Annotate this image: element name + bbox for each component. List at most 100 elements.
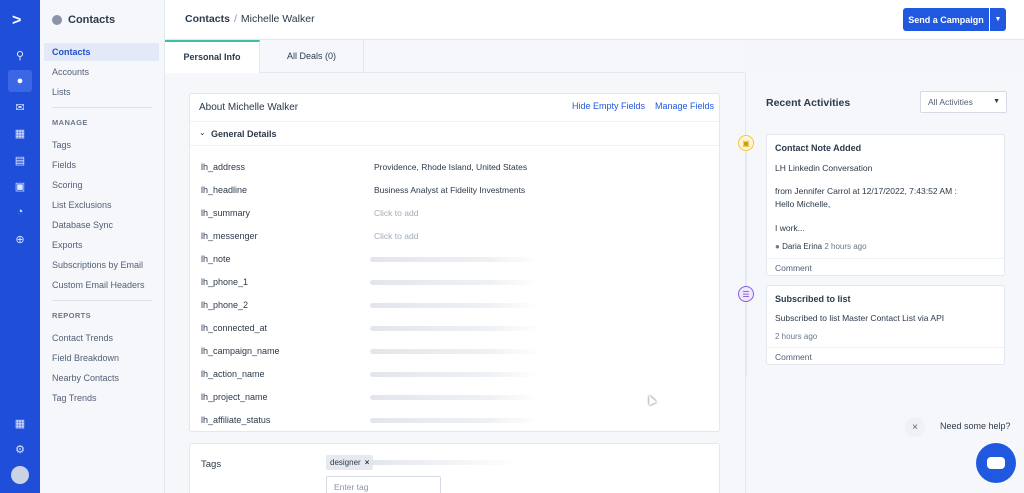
tag-chip-label: designer	[330, 458, 361, 467]
tabs: Personal Info All Deals (0)	[165, 40, 745, 73]
add-icon[interactable]: ⊕	[8, 228, 32, 250]
sidenav-item-lists[interactable]: Lists	[44, 83, 159, 101]
activity-card: Contact Note Added LH Linkedin Conversat…	[766, 134, 1005, 276]
timeline-line	[746, 135, 747, 375]
close-help-icon[interactable]: ×	[905, 417, 925, 437]
redacted-tags	[370, 460, 520, 465]
redacted-value[interactable]	[370, 418, 540, 423]
logo-icon[interactable]: >	[12, 12, 21, 30]
user-avatar[interactable]	[11, 466, 29, 484]
settings-icon[interactable]: ⚙	[8, 438, 32, 460]
main-content: About Michelle Walker Hide Empty Fields …	[165, 73, 745, 493]
note-icon: ▣	[738, 135, 754, 151]
sidenav-item-fields[interactable]: Fields	[44, 156, 159, 174]
field-value[interactable]: Business Analyst at Fidelity Investments	[374, 185, 525, 195]
help-prompt[interactable]: Need some help?	[932, 415, 1019, 437]
activities-filter-select[interactable]: All Activities ▼	[920, 91, 1007, 113]
send-campaign-dropdown-icon[interactable]: ▼	[990, 8, 1006, 31]
divider	[52, 107, 152, 108]
activity-author: Daria Erina	[782, 242, 823, 251]
sidenav-item-subscriptions[interactable]: Subscriptions by Email	[44, 256, 159, 274]
deals-icon[interactable]: ▤	[8, 149, 32, 171]
chat-button[interactable]	[976, 443, 1016, 483]
sidenav-item-nearby-contacts[interactable]: Nearby Contacts	[44, 369, 159, 387]
sidenav-item-contact-trends[interactable]: Contact Trends	[44, 329, 159, 347]
sidenav-item-tag-trends[interactable]: Tag Trends	[44, 389, 159, 407]
about-card-header: About Michelle Walker Hide Empty Fields …	[190, 94, 719, 122]
sidenav: Contacts Contacts Accounts Lists MANAGE …	[40, 0, 165, 493]
activity-text: Subscribed to list Master Contact List v…	[775, 313, 945, 323]
field-value[interactable]: Providence, Rhode Island, United States	[374, 162, 527, 172]
field-row: lh_action_name	[190, 363, 719, 386]
redacted-value[interactable]	[370, 257, 540, 262]
sidenav-item-tags[interactable]: Tags	[44, 136, 159, 154]
tags-label: Tags	[201, 459, 222, 470]
field-row: lh_messenger Click to add	[190, 225, 719, 248]
manage-fields-link[interactable]: Manage Fields	[655, 101, 714, 111]
field-label: lh_address	[201, 162, 246, 172]
contacts-icon[interactable]: ●	[8, 70, 32, 92]
activity-card: Subscribed to list Subscribed to list Ma…	[766, 285, 1005, 365]
field-label: lh_note	[201, 254, 231, 264]
redacted-value[interactable]	[370, 303, 540, 308]
hide-empty-fields-link[interactable]: Hide Empty Fields	[572, 101, 645, 111]
email-icon[interactable]: ✉	[8, 96, 32, 118]
general-details-toggle[interactable]: ⌄ General Details	[190, 122, 719, 146]
list-icon: ☰	[738, 286, 754, 302]
sidenav-item-exports[interactable]: Exports	[44, 236, 159, 254]
field-label: lh_phone_1	[201, 277, 249, 287]
activity-text: I work...	[775, 223, 805, 233]
tag-chip[interactable]: designer ×	[326, 455, 374, 470]
redacted-value[interactable]	[370, 280, 540, 285]
field-row: lh_summary Click to add	[190, 202, 719, 225]
reports-icon[interactable]: ◔	[8, 201, 32, 223]
comment-button[interactable]: Comment	[767, 258, 1004, 275]
sidenav-item-list-exclusions[interactable]: List Exclusions	[44, 196, 159, 214]
tag-remove-icon[interactable]: ×	[365, 458, 370, 467]
tags-card: Tags designer × Enter tag	[189, 443, 720, 493]
field-label: lh_messenger	[201, 231, 258, 241]
about-title: About Michelle Walker	[199, 102, 299, 113]
activity-time: 2 hours ago	[824, 242, 867, 251]
chat-icon	[987, 457, 1005, 469]
field-value-placeholder[interactable]: Click to add	[374, 208, 418, 218]
tab-personal-info[interactable]: Personal Info	[165, 40, 260, 73]
general-details-label: General Details	[211, 129, 277, 139]
redacted-value[interactable]	[370, 326, 540, 331]
breadcrumb: Contacts / Michelle Walker	[185, 13, 315, 25]
person-icon	[52, 15, 62, 25]
activity-meta: ● Daria Erina 2 hours ago	[775, 242, 867, 251]
tab-all-deals[interactable]: All Deals (0)	[260, 40, 364, 73]
search-icon[interactable]: ⚲	[8, 44, 32, 66]
automations-icon[interactable]: ▦	[8, 122, 32, 144]
redacted-value[interactable]	[370, 349, 540, 354]
field-label: lh_action_name	[201, 369, 265, 379]
redacted-value[interactable]	[370, 395, 540, 400]
field-label: lh_summary	[201, 208, 251, 218]
sidenav-header: Contacts	[52, 14, 115, 26]
redacted-value[interactable]	[370, 372, 540, 377]
apps-icon[interactable]: ▦	[8, 412, 32, 434]
sidenav-item-database-sync[interactable]: Database Sync	[44, 216, 159, 234]
section-reports: REPORTS	[52, 311, 92, 320]
field-row: lh_connected_at	[190, 317, 719, 340]
breadcrumb-root[interactable]: Contacts	[185, 13, 230, 25]
app-rail: > ⚲ ● ✉ ▦ ▤ ▣ ◔ ⊕ ▦ ⚙	[0, 0, 40, 493]
activity-title: Contact Note Added	[775, 143, 862, 153]
activity-text: LH Linkedin Conversation	[775, 163, 873, 173]
website-icon[interactable]: ▣	[8, 175, 32, 197]
sidenav-item-field-breakdown[interactable]: Field Breakdown	[44, 349, 159, 367]
sidenav-item-contacts[interactable]: Contacts	[44, 43, 159, 61]
field-value-placeholder[interactable]: Click to add	[374, 231, 418, 241]
field-label: lh_connected_at	[201, 323, 268, 333]
sidenav-title: Contacts	[68, 14, 116, 26]
tag-input[interactable]: Enter tag	[326, 476, 441, 493]
sidenav-item-custom-headers[interactable]: Custom Email Headers	[44, 276, 159, 294]
activity-text: Hello Michelle,	[775, 199, 831, 209]
comment-button[interactable]: Comment	[767, 347, 1004, 364]
sidenav-item-accounts[interactable]: Accounts	[44, 63, 159, 81]
send-campaign-button[interactable]: Send a Campaign	[903, 8, 989, 31]
sidenav-item-scoring[interactable]: Scoring	[44, 176, 159, 194]
recent-activities-title: Recent Activities	[766, 97, 851, 109]
field-row: lh_address Providence, Rhode Island, Uni…	[190, 156, 719, 179]
